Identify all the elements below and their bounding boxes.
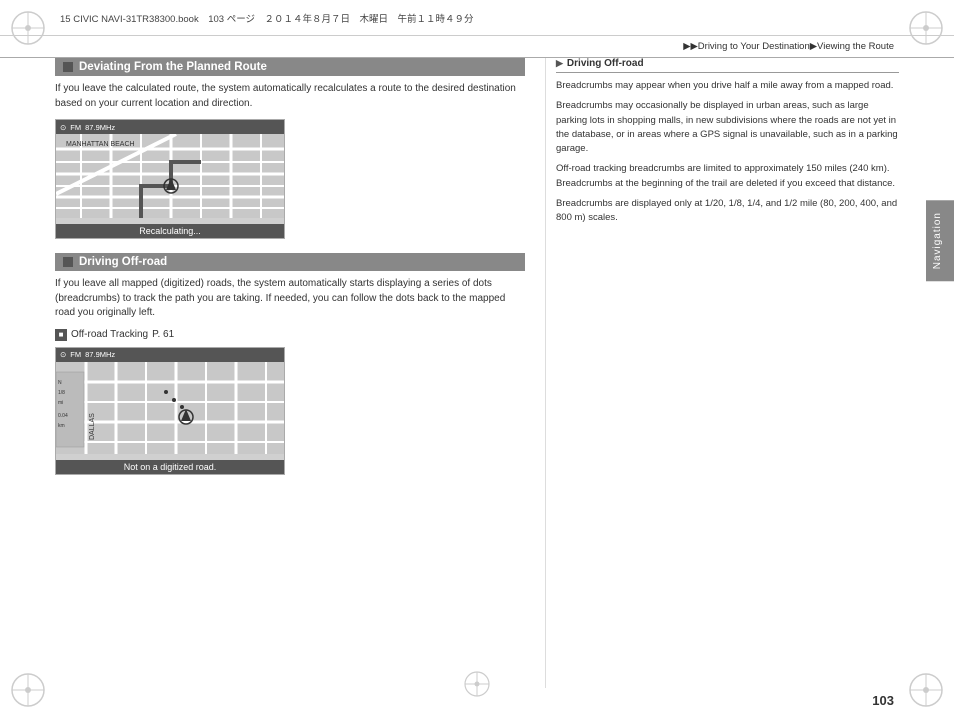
right-col-para3: Off-road tracking breadcrumbs are limite… xyxy=(556,162,899,191)
map2-image: ⊙ FM 87.9MHz xyxy=(55,347,285,475)
right-heading-icon: ▶ xyxy=(556,58,563,69)
left-column: Deviating From the Planned Route If you … xyxy=(55,58,545,688)
right-col-para1: Breadcrumbs may appear when you drive ha… xyxy=(556,79,899,93)
map1-fm-label: FM xyxy=(70,123,81,132)
crossref-label: Off-road Tracking xyxy=(71,329,148,340)
bottom-crosshair xyxy=(462,669,492,702)
section1-body: If you leave the calculated route, the s… xyxy=(55,82,525,111)
map1-freq: 87.9MHz xyxy=(85,123,115,132)
svg-text:MANHATTAN BEACH: MANHATTAN BEACH xyxy=(66,141,135,148)
map1-image: ⊙ FM 87.9MHz xyxy=(55,119,285,239)
section1-heading: Deviating From the Planned Route xyxy=(55,58,525,76)
section2-heading: Driving Off-road xyxy=(55,253,525,271)
crossref-page: P. 61 xyxy=(152,329,174,340)
map1-topbar: ⊙ FM 87.9MHz xyxy=(56,120,284,134)
crossref-icon: ■ xyxy=(55,329,67,341)
svg-text:mi: mi xyxy=(58,400,63,406)
right-column: ▶ Driving Off-road Breadcrumbs may appea… xyxy=(545,58,899,688)
crossref: ■ Off-road Tracking P. 61 xyxy=(55,329,525,341)
svg-text:0.04: 0.04 xyxy=(58,413,68,419)
map2-topbar: ⊙ FM 87.9MHz xyxy=(56,348,284,362)
section1-heading-text: Deviating From the Planned Route xyxy=(79,61,267,73)
section2-heading-text: Driving Off-road xyxy=(79,256,167,268)
main-content: Deviating From the Planned Route If you … xyxy=(55,58,899,688)
breadcrumb-header: ▶▶Driving to Your Destination▶Viewing th… xyxy=(0,36,954,58)
top-bar-text: 15 CIVIC NAVI-31TR38300.book 103 ページ ２０１… xyxy=(60,11,474,25)
svg-text:km: km xyxy=(58,423,65,429)
section2-body: If you leave all mapped (digitized) road… xyxy=(55,277,525,321)
heading-square-icon xyxy=(63,62,73,72)
notdigitized-text: Not on a digitized road. xyxy=(124,462,217,472)
recalc-text: Recalculating... xyxy=(139,226,201,236)
svg-text:N: N xyxy=(58,380,62,386)
map2-freq: 87.9MHz xyxy=(85,350,115,359)
top-bar: 15 CIVIC NAVI-31TR38300.book 103 ページ ２０１… xyxy=(0,0,954,36)
right-col-heading: ▶ Driving Off-road xyxy=(556,58,899,73)
map1-compass-icon: ⊙ xyxy=(60,123,66,132)
nav-tab: Navigation xyxy=(926,200,954,281)
svg-text:1/8: 1/8 xyxy=(58,390,65,396)
svg-text:DALLAS: DALLAS xyxy=(89,412,96,439)
map2-compass-icon: ⊙ xyxy=(60,350,66,359)
map2-roads: DALLAS N 1/8 mi 0.04 km xyxy=(56,362,284,454)
breadcrumb-text: ▶▶Driving to Your Destination▶Viewing th… xyxy=(683,41,894,52)
map1-roads: MANHATTAN BEACH xyxy=(56,134,284,218)
corner-decoration-bl xyxy=(8,670,48,710)
heading-square2-icon xyxy=(63,257,73,267)
map2-fm-label: FM xyxy=(70,350,81,359)
corner-decoration-br xyxy=(906,670,946,710)
page-number: 103 xyxy=(872,693,894,708)
nav-tab-label: Navigation xyxy=(932,212,943,269)
recalc-bar: Recalculating... xyxy=(56,224,284,238)
right-col-heading-text: Driving Off-road xyxy=(567,58,644,69)
notdigitized-bar: Not on a digitized road. xyxy=(56,460,284,474)
right-col-para2: Breadcrumbs may occasionally be displaye… xyxy=(556,99,899,156)
right-col-para4: Breadcrumbs are displayed only at 1/20, … xyxy=(556,197,899,226)
